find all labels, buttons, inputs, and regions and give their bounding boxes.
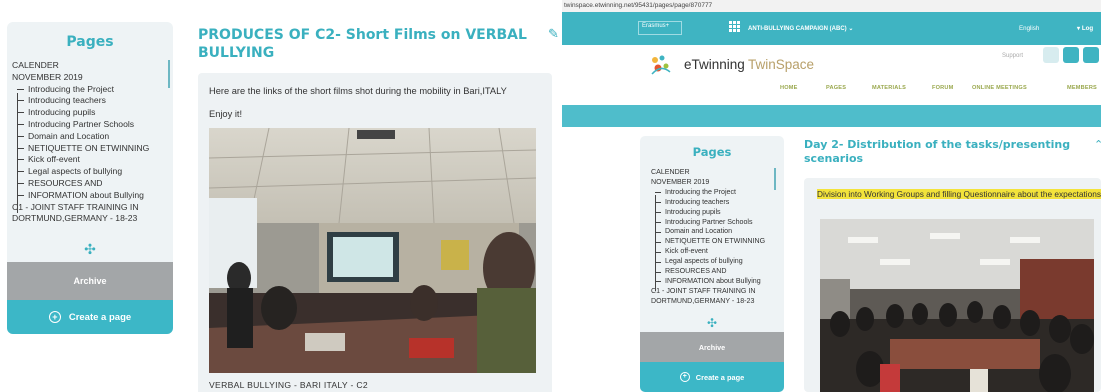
highlight-label: Division into Working Groups and filling… — [817, 189, 1101, 199]
chevron-down-icon: ⌄ — [848, 26, 854, 32]
pages-tree: CALENDER NOVEMBER 2019 Introducing the Pro… — [651, 168, 779, 318]
left-screenshot: Pages CALENDER NOVEMBER 2019 Introducing t… — [0, 0, 562, 392]
language-selector[interactable]: English — [1019, 25, 1039, 32]
meeting-photo — [820, 219, 1094, 392]
brand-twinspace: TwinSpace — [748, 57, 815, 72]
brand-etwinning: eTwinning — [684, 57, 745, 72]
sidebar-item[interactable]: Kick off-event — [12, 154, 162, 166]
nav-online-meetings[interactable]: ONLINE MEETINGS — [972, 85, 1027, 91]
page-title: PRODUCES OF C2- Short Films on VERBAL BU… — [198, 27, 527, 61]
plus-icon: + — [48, 311, 61, 323]
support-link[interactable]: Support — [1002, 53, 1023, 59]
sidebar-item[interactable]: RESOURCES AND — [651, 267, 779, 277]
sidebar-item[interactable]: INFORMATION about Bullying — [651, 277, 779, 287]
chevron-up-icon[interactable]: ⌃ — [1094, 138, 1101, 151]
sidebar-item[interactable]: Domain and Location — [12, 131, 162, 143]
sidebar-item[interactable]: CALENDER — [651, 168, 779, 178]
sidebar-item[interactable]: INFORMATION about Bullying — [12, 190, 162, 202]
pages-sidebar: Pages CALENDER NOVEMBER 2019 Introducing t… — [7, 22, 173, 334]
body-text-2: Enjoy it! — [209, 109, 243, 119]
sidebar-item[interactable]: C1 - JOINT STAFF TRAINING IN — [12, 202, 162, 214]
sidebar-item[interactable]: NOVEMBER 2019 — [12, 72, 162, 84]
body-text: Here are the links of the short films sh… — [209, 86, 507, 96]
sidebar-item[interactable]: Kick off-event — [651, 247, 779, 257]
login-link[interactable]: ▾ Log — [1077, 25, 1093, 32]
messages-icon[interactable] — [1083, 47, 1099, 63]
etwinning-logo-icon — [651, 55, 671, 75]
move-icon[interactable]: ✣ — [640, 316, 784, 330]
sidebar-title: Pages — [66, 34, 114, 50]
login-label: Log — [1081, 25, 1094, 32]
pages-tree: CALENDER NOVEMBER 2019 Introducing the Pro… — [12, 60, 162, 250]
header-band — [562, 105, 1101, 127]
sidebar-scrollbar[interactable] — [774, 168, 776, 190]
right-screenshot: twinspace.etwinning.net/95431/pages/page… — [562, 0, 1101, 392]
sidebar-title: Pages — [692, 145, 732, 159]
edit-icon[interactable]: ✎ — [548, 26, 559, 42]
nav-pages[interactable]: PAGES — [826, 85, 846, 91]
address-bar[interactable]: twinspace.etwinning.net/95431/pages/page… — [562, 0, 1101, 12]
sidebar-item[interactable]: DORTMUND,GERMANY - 18-23 — [12, 213, 162, 225]
plus-icon: + — [679, 372, 690, 382]
sidebar-item[interactable]: Legal aspects of bullying — [651, 257, 779, 267]
sidebar-item[interactable]: RESOURCES AND — [12, 178, 162, 190]
archive-button[interactable]: Archive — [7, 262, 173, 300]
create-page-button[interactable]: + Create a page — [640, 362, 784, 392]
sidebar-item[interactable]: C1 - JOINT STAFF TRAINING IN — [651, 287, 779, 297]
sidebar-item[interactable]: Introducing Partner Schools — [12, 119, 162, 131]
sidebar-item[interactable]: Introducing the Project — [651, 188, 779, 198]
nav-materials[interactable]: MATERIALS — [872, 85, 906, 91]
create-page-label: Create a page — [695, 372, 745, 382]
user-icon[interactable] — [1043, 47, 1059, 63]
page-title: Day 2- Distribution of the tasks/present… — [804, 138, 1071, 165]
sidebar-item[interactable]: Introducing teachers — [12, 95, 162, 107]
sidebar-item[interactable]: NETIQUETTE ON ETWINNING — [12, 143, 162, 155]
create-page-label: Create a page — [68, 311, 132, 323]
sidebar-item[interactable]: Introducing Partner Schools — [651, 218, 779, 228]
highlighted-text: Division into Working Groups and filling… — [817, 189, 1101, 200]
archive-label: Archive — [73, 276, 107, 286]
sidebar-item[interactable]: Introducing pupils — [651, 208, 779, 218]
nav-members[interactable]: MEMBERS — [1067, 85, 1097, 91]
sidebar-item[interactable]: DORTMUND,GERMANY - 18-23 — [651, 297, 779, 307]
sidebar-item[interactable]: Introducing pupils — [12, 107, 162, 119]
nav-home[interactable]: HOME — [780, 85, 798, 91]
top-bar: Erasmus+ ANTI-BULLYING CAMPAIGN (ABC) ⌄ … — [562, 12, 1101, 45]
classroom-photo — [209, 128, 536, 373]
archive-button[interactable]: Archive — [640, 332, 784, 362]
project-name: ANTI-BULLYING CAMPAIGN (ABC) — [748, 26, 847, 32]
pages-sidebar: Pages CALENDER NOVEMBER 2019 Introducing t… — [640, 136, 784, 392]
nav-forum[interactable]: FORUM — [932, 85, 954, 91]
sidebar-item[interactable]: CALENDER — [12, 60, 162, 72]
sidebar-item[interactable]: Introducing the Project — [12, 84, 162, 96]
sidebar-item[interactable]: Introducing teachers — [651, 198, 779, 208]
apps-grid-icon[interactable] — [729, 21, 740, 32]
sidebar-item[interactable]: Domain and Location — [651, 227, 779, 237]
sidebar-item[interactable]: NETIQUETTE ON ETWINNING — [651, 237, 779, 247]
archive-label: Archive — [698, 342, 726, 352]
project-selector[interactable]: ANTI-BULLYING CAMPAIGN (ABC) ⌄ — [748, 25, 853, 32]
create-page-button[interactable]: + Create a page — [7, 300, 173, 334]
photo-caption: VERBAL BULLYING - BARI ITALY - C2 — [209, 380, 368, 390]
sidebar-item[interactable]: NOVEMBER 2019 — [651, 178, 779, 188]
sidebar-scrollbar[interactable] — [168, 60, 170, 88]
move-icon[interactable]: ✣ — [7, 240, 173, 258]
erasmus-label: Erasmus+ — [642, 23, 670, 29]
notifications-icon[interactable] — [1063, 47, 1079, 63]
sidebar-item[interactable]: Legal aspects of bullying — [12, 166, 162, 178]
